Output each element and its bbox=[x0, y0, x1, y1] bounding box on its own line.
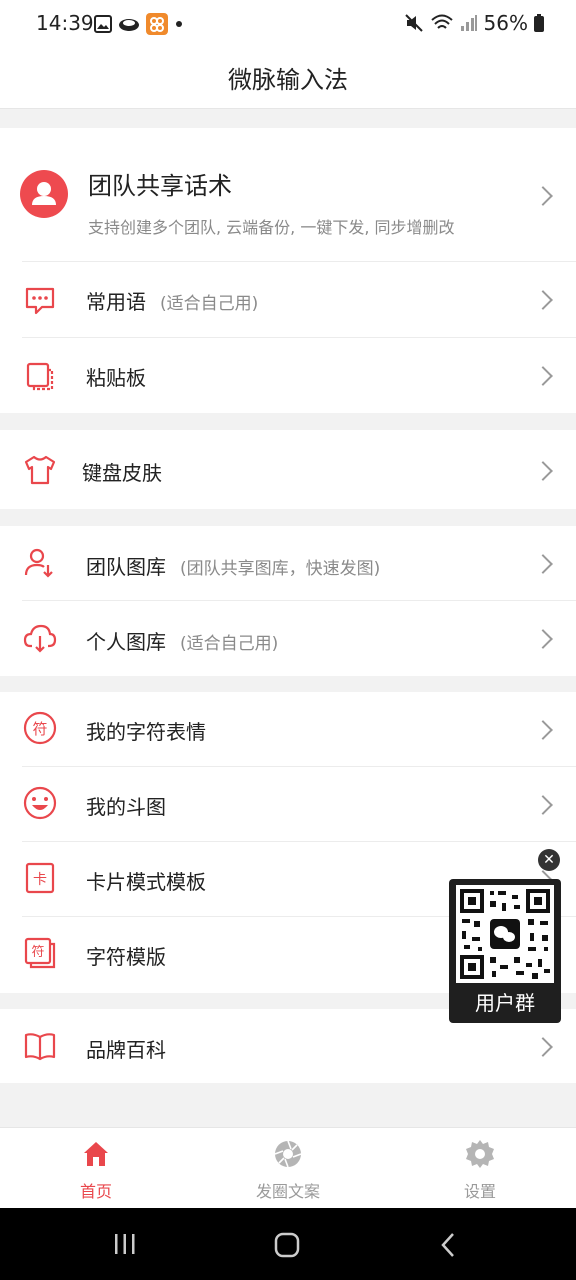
status-notification-icons bbox=[94, 13, 184, 35]
team-scripts-description: 支持创建多个团队, 云端备份, 一键下发, 同步增删改 bbox=[88, 218, 455, 237]
char-emoji-icon: 符 bbox=[23, 711, 57, 745]
gallery-icon bbox=[94, 15, 112, 33]
signal-icon bbox=[460, 15, 477, 31]
status-bar: 14:39 56% bbox=[0, 0, 576, 48]
char-template-icon: 符 bbox=[24, 937, 56, 969]
tab-moments-label: 发圈文案 bbox=[255, 1182, 320, 1201]
aperture-icon bbox=[274, 1140, 302, 1168]
bottom-tab-bar: 首页 发圈文案 设置 bbox=[0, 1127, 576, 1208]
chevron-right-icon bbox=[533, 290, 553, 310]
cloud-app-icon bbox=[119, 19, 139, 31]
chevron-right-icon bbox=[533, 366, 553, 386]
qr-code-image bbox=[460, 889, 550, 979]
smiley-icon bbox=[23, 786, 57, 820]
tab-home-label: 首页 bbox=[79, 1182, 112, 1201]
chevron-right-icon bbox=[533, 186, 553, 206]
gear-icon bbox=[466, 1140, 494, 1168]
chat-bubble-icon bbox=[25, 287, 55, 315]
section-gallery: 团队图库 (团队共享图库，快速发图) 个人图库 (适合自己用) bbox=[0, 526, 576, 676]
chevron-right-icon bbox=[533, 554, 553, 574]
clipboard-label: 粘贴板 bbox=[86, 366, 146, 390]
system-navigation-bar bbox=[0, 1208, 576, 1280]
personal-gallery-title: 个人图库 bbox=[86, 630, 166, 654]
cloud-download-icon bbox=[23, 624, 57, 653]
card-template-icon: 卡 bbox=[25, 862, 55, 894]
user-group-qr-popup[interactable]: 用户群 bbox=[449, 879, 561, 1023]
char-template-glyph: 符 bbox=[31, 944, 44, 960]
battery-percent: 56% bbox=[483, 11, 528, 35]
tshirt-icon bbox=[24, 455, 56, 485]
tab-moments[interactable]: 发圈文案 bbox=[192, 1128, 384, 1208]
chevron-right-icon bbox=[533, 1037, 553, 1057]
personal-gallery-label: 个人图库 (适合自己用) bbox=[86, 626, 278, 655]
home-nav-icon[interactable] bbox=[274, 1232, 300, 1258]
tab-settings[interactable]: 设置 bbox=[384, 1128, 576, 1208]
phrases-row[interactable]: 常用语 (适合自己用) bbox=[0, 262, 576, 338]
chevron-right-icon bbox=[533, 795, 553, 815]
team-gallery-icon bbox=[24, 548, 53, 578]
char-emoji-label: 我的字符表情 bbox=[86, 720, 206, 744]
phrases-subtitle: (适合自己用) bbox=[160, 294, 259, 314]
phrases-label: 常用语 (适合自己用) bbox=[86, 286, 258, 315]
team-gallery-label: 团队图库 (团队共享图库，快速发图) bbox=[86, 551, 380, 580]
team-scripts-row[interactable]: 团队共享话术 支持创建多个团队, 云端备份, 一键下发, 同步增删改 bbox=[0, 128, 576, 262]
battery-icon bbox=[534, 14, 544, 32]
clipboard-icon bbox=[26, 362, 54, 391]
status-time: 14:39 bbox=[36, 11, 94, 35]
card-template-label: 卡片模式模板 bbox=[86, 870, 206, 894]
char-emoji-row[interactable]: 符 我的字符表情 bbox=[0, 692, 576, 767]
more-dot-icon bbox=[176, 21, 182, 27]
char-emoji-glyph: 符 bbox=[32, 720, 47, 738]
card-template-glyph: 卡 bbox=[33, 872, 47, 888]
team-gallery-subtitle: (团队共享图库，快速发图) bbox=[180, 559, 381, 579]
section-skin: 键盘皮肤 bbox=[0, 430, 576, 509]
chevron-right-icon bbox=[533, 461, 553, 481]
phrases-title: 常用语 bbox=[86, 290, 146, 314]
qr-code bbox=[456, 885, 554, 983]
keyboard-skin-label: 键盘皮肤 bbox=[82, 461, 162, 485]
brand-encyclopedia-label: 品牌百科 bbox=[86, 1038, 166, 1062]
wifi-icon bbox=[430, 14, 453, 29]
back-icon[interactable] bbox=[440, 1232, 456, 1258]
chevron-right-icon bbox=[533, 629, 553, 649]
personal-gallery-row[interactable]: 个人图库 (适合自己用) bbox=[0, 601, 576, 676]
recent-apps-icon[interactable] bbox=[113, 1232, 137, 1256]
chevron-right-icon bbox=[533, 720, 553, 740]
meme-row[interactable]: 我的斗图 bbox=[0, 767, 576, 842]
home-icon bbox=[84, 1142, 108, 1166]
team-scripts-title: 团队共享话术 bbox=[88, 172, 232, 200]
mute-icon bbox=[404, 14, 423, 32]
status-system-icons: 56% bbox=[404, 11, 544, 35]
page-title: 微脉输入法 bbox=[228, 66, 348, 94]
qr-close-icon[interactable]: ✕ bbox=[538, 849, 560, 871]
clipboard-row[interactable]: 粘贴板 bbox=[0, 338, 576, 413]
section-main: 团队共享话术 支持创建多个团队, 云端备份, 一键下发, 同步增删改 常用语 (适… bbox=[0, 128, 576, 413]
char-template-label: 字符模版 bbox=[86, 945, 166, 969]
tab-home[interactable]: 首页 bbox=[0, 1128, 192, 1208]
qr-popup-label: 用户群 bbox=[475, 991, 535, 1015]
team-avatar-icon bbox=[20, 170, 68, 218]
open-book-icon bbox=[24, 1033, 56, 1061]
team-gallery-row[interactable]: 团队图库 (团队共享图库，快速发图) bbox=[0, 526, 576, 601]
tab-settings-label: 设置 bbox=[463, 1182, 496, 1201]
personal-gallery-subtitle: (适合自己用) bbox=[180, 634, 279, 654]
meme-label: 我的斗图 bbox=[86, 795, 166, 819]
keyboard-skin-row[interactable]: 键盘皮肤 bbox=[0, 430, 576, 509]
team-gallery-title: 团队图库 bbox=[86, 555, 166, 579]
app-header: 微脉输入法 bbox=[0, 48, 576, 109]
app-notification-icon bbox=[146, 13, 168, 35]
